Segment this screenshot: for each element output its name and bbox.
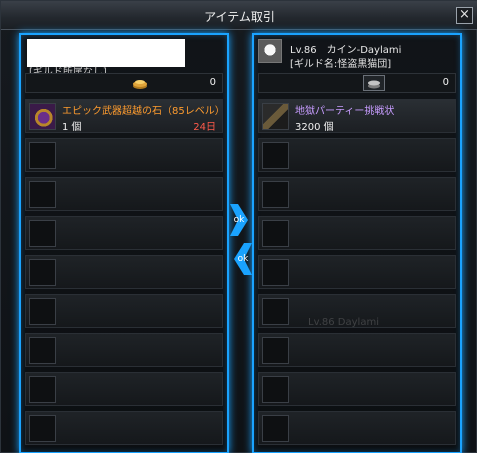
empty-slot-icon [29,415,56,442]
partner-item-slot-2[interactable] [258,138,456,172]
my-item-slot-5[interactable] [25,255,223,289]
gold-stack-icon [368,80,380,89]
empty-slot-icon [29,220,56,247]
background-ghost-text: Lv.86 Daylami [308,317,379,328]
my-ok-button[interactable]: ok [230,204,248,236]
partner-guild: [ギルド名:怪盗黒猫団] [290,59,392,70]
my-item-slot-9[interactable] [25,411,223,445]
my-item-slot-1[interactable]: エピック武器超越の石（85レベル） 1 個 24日 [25,99,225,133]
trade-window: アイテム取引 × [ギルド所属なし] 0 エピック武器超越の石（85レベル） 1… [0,0,477,453]
title-bar[interactable]: アイテム取引 × [1,1,477,30]
empty-slot-icon [262,376,289,403]
partner-ok-button[interactable]: ok [234,243,252,275]
partner-item-slot-1[interactable]: 地獄パーティー挑戦状 3200 個 [258,99,456,133]
my-item-slot-3[interactable] [25,177,223,211]
challenge-letter-icon [262,103,289,130]
empty-slot-icon [262,298,289,325]
partner-level-name: Lv.86 カイン-Daylami [290,45,402,56]
my-trade-panel: [ギルド所属なし] 0 エピック武器超越の石（85レベル） 1 個 24日 [19,33,229,453]
partner-item-slot-4[interactable] [258,216,456,250]
gold-button[interactable] [363,75,385,91]
empty-slot-icon [262,181,289,208]
partner-item-slot-3[interactable] [258,177,456,211]
my-item-slot-8[interactable] [25,372,223,406]
partner-item-slot-5[interactable] [258,255,456,289]
partner-item-slot-7[interactable] [258,333,456,367]
window-title: アイテム取引 [204,10,275,24]
my-item-slot-6[interactable] [25,294,223,328]
partner-gold-amount: 0 [442,77,449,88]
partner-item-slot-8[interactable] [258,372,456,406]
empty-slot-icon [262,415,289,442]
my-item-qty: 1 個 [62,122,82,133]
my-gold-row[interactable]: 0 [25,73,223,93]
partner-gold-row: 0 [258,73,456,93]
partner-ok-label: ok [237,254,249,264]
gold-coin-icon [133,80,147,89]
empty-slot-icon [29,142,56,169]
my-ok-label: ok [233,215,245,225]
partner-trade-panel: Lv.86 カイン-Daylami [ギルド名:怪盗黒猫団] 0 地獄パーティー… [252,33,462,453]
my-item-slot-7[interactable] [25,333,223,367]
empty-slot-icon [262,142,289,169]
my-item-name: エピック武器超越の石（85レベル） [62,106,225,117]
empty-slot-icon [262,220,289,247]
partner-item-qty: 3200 個 [295,122,334,133]
partner-item-slot-9[interactable] [258,411,456,445]
empty-slot-icon [29,337,56,364]
empty-slot-icon [262,337,289,364]
my-gold-amount: 0 [209,77,216,88]
empty-slot-icon [29,298,56,325]
partner-item-name: 地獄パーティー挑戦状 [295,106,395,117]
my-item-slot-4[interactable] [25,216,223,250]
empty-slot-icon [29,181,56,208]
close-button[interactable]: × [456,7,473,24]
my-item-slot-2[interactable] [25,138,223,172]
my-item-days: 24日 [193,122,216,133]
partner-avatar [258,39,282,63]
empty-slot-icon [29,259,56,286]
epic-stone-icon [29,103,56,130]
empty-slot-icon [262,259,289,286]
empty-slot-icon [29,376,56,403]
